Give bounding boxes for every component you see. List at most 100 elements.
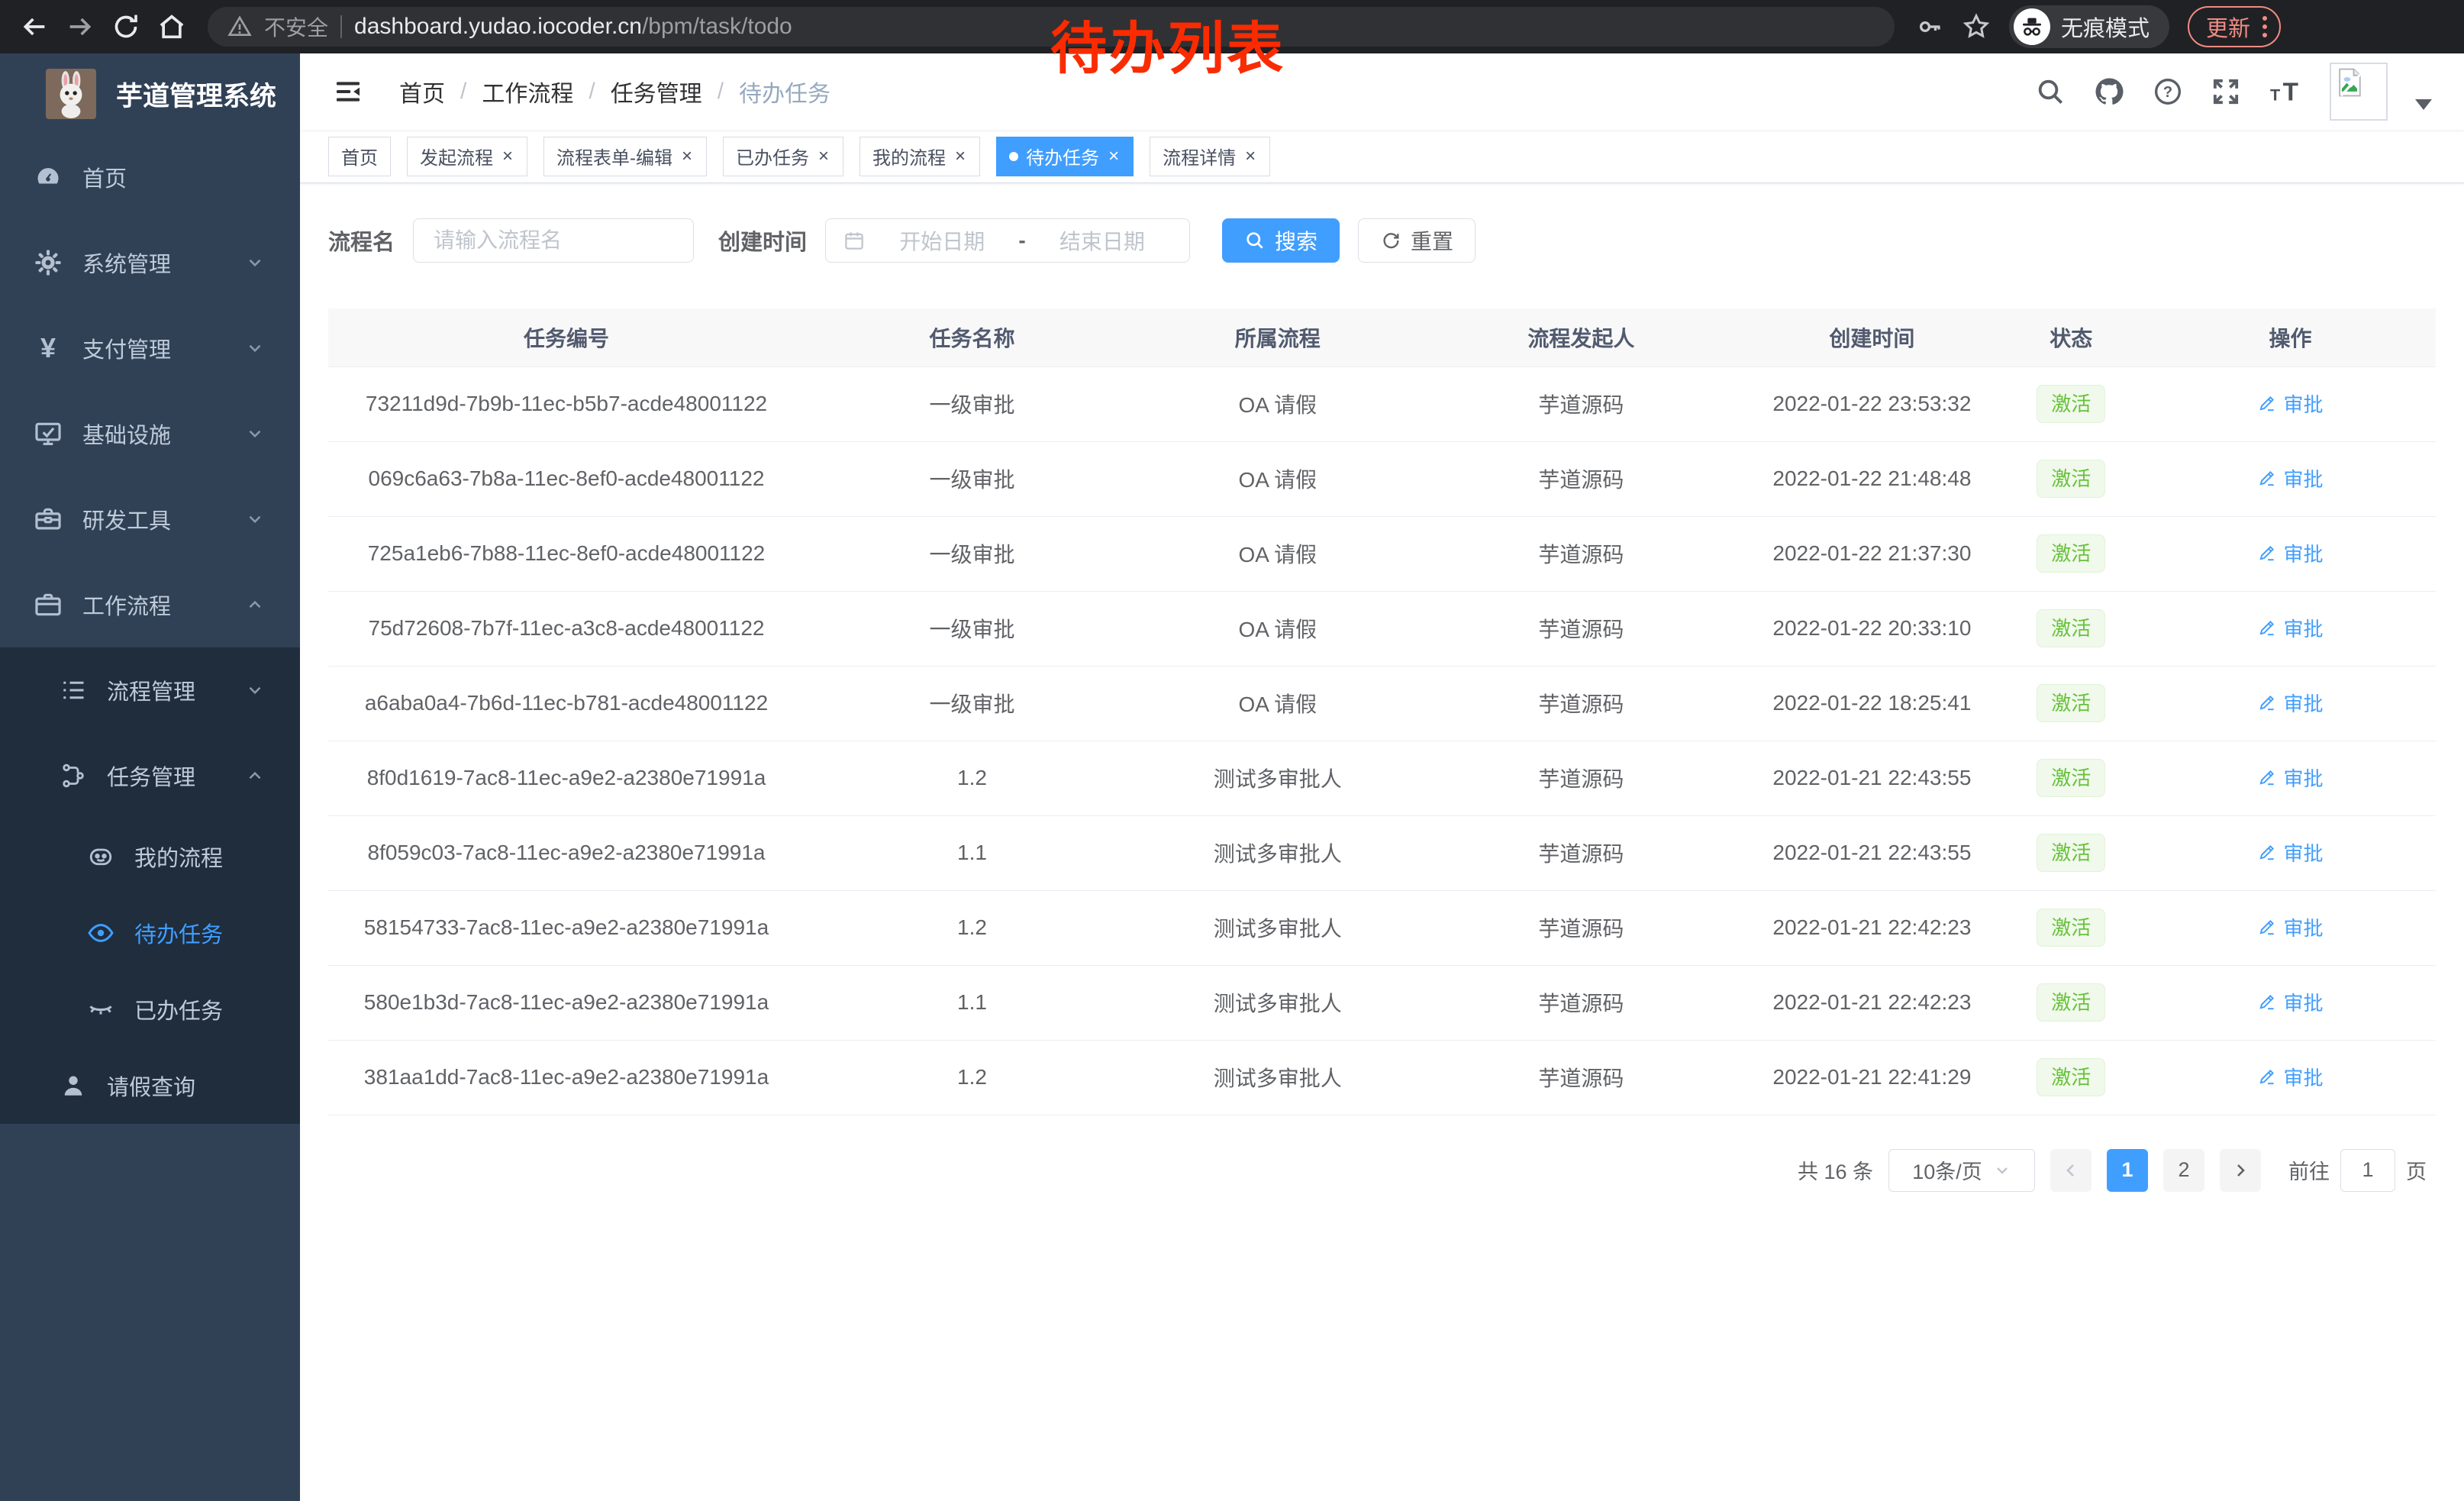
logo-avatar-image — [46, 69, 96, 119]
approve-label: 审批 — [2283, 988, 2323, 1016]
approve-link[interactable]: 审批 — [2257, 838, 2323, 867]
approve-link[interactable]: 审批 — [2257, 539, 2323, 567]
sidebar-item-workflow[interactable]: 工作流程 — [0, 562, 300, 647]
process-name-input[interactable] — [413, 218, 694, 263]
sidebar-item-task-management[interactable]: 任务管理 — [0, 733, 300, 818]
sidebar-collapse-button[interactable] — [332, 77, 364, 106]
sidebar-item-payment[interactable]: ¥ 支付管理 — [0, 305, 300, 391]
chevron-left-icon — [2062, 1161, 2080, 1180]
update-label[interactable]: 更新 — [2206, 11, 2250, 43]
tab-process-form-edit[interactable]: 流程表单-编辑 × — [543, 137, 707, 176]
tab-home[interactable]: 首页 × — [328, 137, 391, 176]
status-badge: 激活 — [2037, 460, 2105, 498]
sidebar-item-system[interactable]: 系统管理 — [0, 220, 300, 305]
user-avatar[interactable] — [2330, 63, 2388, 121]
close-icon[interactable]: × — [501, 147, 514, 166]
table-row: 381aa1dd-7ac8-11ec-a9e2-a2380e71991a 1.2… — [328, 1040, 2436, 1115]
page-url[interactable]: dashboard.yudao.iocoder.cn/bpm/task/todo — [354, 14, 792, 40]
approve-link[interactable]: 审批 — [2257, 389, 2323, 418]
header-search-button[interactable] — [2035, 76, 2066, 107]
sidebar-item-label: 研发工具 — [82, 503, 171, 535]
approve-link[interactable]: 审批 — [2257, 689, 2323, 717]
table-row: 8f059c03-7ac8-11ec-a9e2-a2380e71991a 1.1… — [328, 815, 2436, 890]
approve-link[interactable]: 审批 — [2257, 988, 2323, 1016]
font-size-button[interactable]: TT — [2269, 76, 2302, 107]
approve-link[interactable]: 审批 — [2257, 913, 2323, 941]
breadcrumb-workflow[interactable]: 工作流程 — [482, 75, 573, 108]
close-icon[interactable]: × — [953, 147, 967, 166]
cell-task-name: 一级审批 — [805, 591, 1140, 666]
sidebar-item-dev-tools[interactable]: 研发工具 — [0, 476, 300, 562]
browser-menu-icon[interactable] — [2262, 16, 2267, 37]
column-starter: 流程发起人 — [1416, 308, 1746, 366]
breadcrumb-task-management[interactable]: 任务管理 — [611, 75, 702, 108]
close-icon[interactable]: × — [1107, 147, 1121, 166]
end-date-placeholder[interactable]: 结束日期 — [1032, 225, 1172, 256]
approve-link[interactable]: 审批 — [2257, 1063, 2323, 1091]
browser-update-button[interactable]: 更新 — [2188, 6, 2281, 47]
sidebar-item-infrastructure[interactable]: 基础设施 — [0, 391, 300, 476]
eye-closed-icon — [87, 996, 114, 1023]
reset-button[interactable]: 重置 — [1358, 218, 1475, 263]
sidebar-item-my-process[interactable]: 我的流程 — [0, 818, 300, 895]
next-page-button[interactable] — [2220, 1149, 2261, 1192]
tab-done-tasks[interactable]: 已办任务 × — [723, 137, 843, 176]
incognito-label: 无痕模式 — [2061, 11, 2150, 43]
close-icon[interactable]: × — [680, 147, 694, 166]
sidebar: 芋道管理系统 首页 系统管理 ¥ 支付管理 基础设施 — [0, 53, 300, 1501]
tab-my-process[interactable]: 我的流程 × — [859, 137, 980, 176]
goto-page-input[interactable] — [2340, 1149, 2395, 1192]
search-button[interactable]: 搜索 — [1222, 218, 1340, 263]
prev-page-button[interactable] — [2050, 1149, 2091, 1192]
help-docs-button[interactable]: ? — [2153, 76, 2183, 107]
cell-created: 2022-01-22 18:25:41 — [1746, 666, 1998, 741]
chevron-down-icon — [245, 680, 265, 700]
browser-forward-button[interactable] — [63, 9, 98, 44]
top-navbar: 首页 / 工作流程 / 任务管理 / 待办任务 ? TT — [300, 53, 2464, 130]
sidebar-item-todo-tasks[interactable]: 待办任务 — [0, 895, 300, 971]
date-range-picker[interactable]: 开始日期 - 结束日期 — [825, 218, 1190, 263]
tab-todo-tasks[interactable]: 待办任务 × — [996, 137, 1134, 176]
browser-back-button[interactable] — [17, 9, 52, 44]
approve-link[interactable]: 审批 — [2257, 614, 2323, 642]
robot-face-icon — [87, 843, 114, 870]
cell-created: 2022-01-21 22:42:23 — [1746, 890, 1998, 965]
avatar-dropdown-caret[interactable] — [2415, 99, 2432, 110]
browser-reload-button[interactable] — [108, 9, 144, 44]
bookmark-star-icon[interactable] — [1962, 12, 1991, 41]
cell-status: 激活 — [1998, 815, 2145, 890]
close-icon[interactable]: × — [1243, 147, 1257, 166]
app-logo[interactable]: 芋道管理系统 — [0, 53, 300, 134]
list-tree-icon — [60, 676, 87, 704]
page-size-select[interactable]: 10条/页 — [1888, 1149, 2035, 1192]
page-1-button[interactable]: 1 — [2107, 1149, 2148, 1192]
cell-task-id: 381aa1dd-7ac8-11ec-a9e2-a2380e71991a — [328, 1040, 805, 1115]
sidebar-item-process-management[interactable]: 流程管理 — [0, 647, 300, 733]
security-label[interactable]: 不安全 — [264, 11, 328, 42]
breadcrumb-home[interactable]: 首页 — [399, 75, 445, 108]
home-icon — [156, 11, 187, 42]
fullscreen-button[interactable] — [2211, 76, 2241, 107]
approve-link[interactable]: 审批 — [2257, 464, 2323, 492]
browser-home-button[interactable] — [154, 9, 189, 44]
page-2-button[interactable]: 2 — [2163, 1149, 2204, 1192]
tab-process-detail[interactable]: 流程详情 × — [1150, 137, 1270, 176]
github-link[interactable] — [2093, 76, 2125, 108]
approve-label: 审批 — [2283, 763, 2323, 792]
chevron-down-icon — [1993, 1161, 2011, 1180]
chevron-down-icon — [245, 509, 265, 529]
approve-link[interactable]: 审批 — [2257, 763, 2323, 792]
incognito-badge: 无痕模式 — [2009, 5, 2169, 48]
search-button-label: 搜索 — [1275, 225, 1317, 256]
close-icon[interactable]: × — [817, 147, 830, 166]
total-count: 共 16 条 — [1798, 1155, 1873, 1185]
tab-start-process[interactable]: 发起流程 × — [407, 137, 527, 176]
sidebar-item-home[interactable]: 首页 — [0, 134, 300, 220]
sidebar-item-done-tasks[interactable]: 已办任务 — [0, 971, 300, 1047]
password-key-icon[interactable] — [1916, 13, 1943, 40]
start-date-placeholder[interactable]: 开始日期 — [872, 225, 1012, 256]
sidebar-item-label: 首页 — [82, 161, 127, 193]
annotation-title: 待办列表 — [1050, 3, 1285, 85]
cell-starter: 芋道源码 — [1416, 666, 1746, 741]
sidebar-item-leave-query[interactable]: 请假查询 — [0, 1047, 300, 1124]
